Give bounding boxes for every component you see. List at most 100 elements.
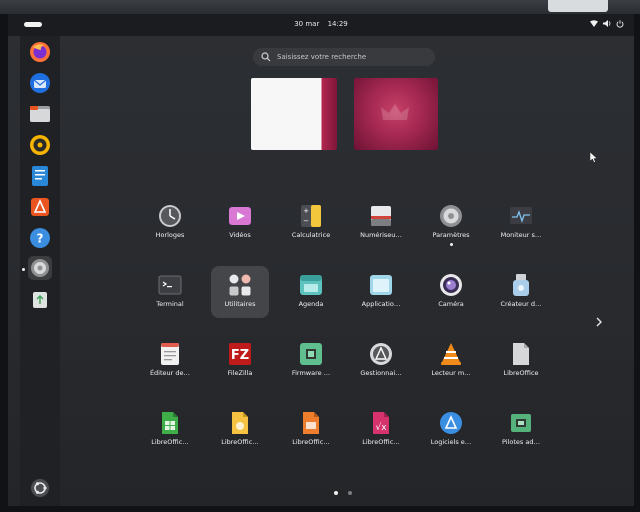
crown-icon bbox=[381, 104, 409, 120]
power-icon bbox=[615, 19, 624, 28]
app-label: Applicatio… bbox=[361, 300, 401, 308]
app-label: Éditeur de… bbox=[149, 369, 191, 377]
dock-firefox[interactable] bbox=[28, 40, 52, 64]
ubuntu-grid-icon bbox=[31, 479, 49, 497]
page-indicator bbox=[334, 491, 352, 495]
dock: ? bbox=[20, 36, 60, 506]
network-icon bbox=[589, 19, 598, 28]
draw-icon bbox=[228, 411, 252, 435]
folder-grid-icon bbox=[228, 273, 252, 297]
app-libreoffice[interactable]: LibreOffice bbox=[492, 335, 550, 387]
clock[interactable]: 30 mar 14:29 bbox=[8, 20, 634, 28]
app-label: Numériseu… bbox=[360, 231, 402, 239]
trash-icon bbox=[33, 292, 47, 308]
app-label: Lecteur m… bbox=[431, 369, 471, 377]
app-label: Firmware … bbox=[291, 369, 331, 377]
math-icon: √x bbox=[369, 411, 393, 435]
mouse-cursor-icon bbox=[590, 152, 598, 163]
running-indicator bbox=[450, 243, 453, 246]
scanner-icon bbox=[369, 204, 393, 228]
clock-time: 14:29 bbox=[327, 20, 348, 28]
app-libreoffice-math[interactable]: √x LibreOffic… bbox=[352, 404, 410, 456]
app-numeriseur[interactable]: Numériseu… bbox=[352, 197, 410, 249]
folder-icon bbox=[30, 106, 50, 122]
app-label: Terminal bbox=[156, 300, 184, 308]
app-label: LibreOffic… bbox=[362, 438, 400, 446]
app-label: LibreOffic… bbox=[221, 438, 259, 446]
app-firmware[interactable]: Firmware … bbox=[282, 335, 340, 387]
app-calculatrice[interactable]: + − Calculatrice bbox=[282, 197, 340, 249]
volume-icon bbox=[602, 19, 611, 28]
app-libreoffice-draw[interactable]: LibreOffic… bbox=[211, 404, 269, 456]
camera-icon bbox=[439, 273, 463, 297]
app-moniteur-systeme[interactable]: Moniteur s… bbox=[492, 197, 550, 249]
svg-text:+: + bbox=[303, 207, 309, 215]
dock-trash[interactable] bbox=[28, 288, 52, 312]
calc-icon bbox=[158, 411, 182, 435]
app-label: Horloges bbox=[155, 231, 185, 239]
app-editeur-texte[interactable]: Éditeur de… bbox=[141, 335, 199, 387]
workspace-thumbnail-2[interactable] bbox=[354, 78, 438, 150]
video-icon bbox=[228, 204, 252, 228]
next-page-button[interactable] bbox=[592, 315, 606, 329]
bezel-sticker bbox=[548, 0, 608, 12]
app-utilitaires[interactable]: Utilitaires bbox=[211, 266, 269, 318]
app-lecteur-multimedia[interactable]: Lecteur m… bbox=[422, 335, 480, 387]
svg-text:−: − bbox=[303, 217, 309, 225]
dock-libreoffice-writer[interactable] bbox=[28, 164, 52, 188]
app-gestionnaire[interactable]: Gestionnai… bbox=[352, 335, 410, 387]
vlc-icon bbox=[439, 342, 463, 366]
app-label: LibreOffice bbox=[503, 369, 539, 377]
app-label: Moniteur s… bbox=[500, 231, 542, 239]
monitor-bezel bbox=[0, 0, 640, 14]
system-tray[interactable] bbox=[589, 19, 624, 28]
app-filezilla[interactable]: FZ FileZilla bbox=[211, 335, 269, 387]
app-label: Vidéos bbox=[229, 231, 251, 239]
firefox-icon bbox=[30, 42, 50, 62]
app-parametres[interactable]: Paramètres bbox=[422, 197, 480, 249]
speaker-icon bbox=[30, 135, 50, 155]
screen: 30 mar 14:29 ? Saisissez votre recherche… bbox=[8, 14, 634, 506]
app-label: Utilitaires bbox=[224, 300, 256, 308]
svg-text:√x: √x bbox=[375, 422, 387, 433]
monitor-icon bbox=[509, 204, 533, 228]
app-libreoffice-impress[interactable]: LibreOffic… bbox=[282, 404, 340, 456]
dock-files[interactable] bbox=[28, 102, 52, 126]
app-label: LibreOffic… bbox=[151, 438, 189, 446]
thunderbird-icon bbox=[30, 73, 50, 93]
dock-app-center[interactable] bbox=[28, 195, 52, 219]
impress-icon bbox=[299, 411, 323, 435]
top-bar: 30 mar 14:29 bbox=[8, 14, 634, 36]
app-logiciels[interactable]: Logiciels e… bbox=[422, 404, 480, 456]
libreoffice-icon bbox=[509, 342, 533, 366]
app-label: Caméra bbox=[438, 300, 464, 308]
document-icon bbox=[32, 166, 48, 186]
calendar-icon bbox=[299, 273, 323, 297]
app-pilotes-additionnels[interactable]: Pilotes ad… bbox=[492, 404, 550, 456]
driver-icon bbox=[509, 411, 533, 435]
app-agenda[interactable]: Agenda bbox=[282, 266, 340, 318]
window-icon bbox=[369, 273, 393, 297]
dock-help[interactable]: ? bbox=[28, 226, 52, 250]
dock-settings[interactable] bbox=[28, 256, 52, 280]
clock-date: 30 mar bbox=[294, 20, 320, 28]
app-libreoffice-calc[interactable]: LibreOffic… bbox=[141, 404, 199, 456]
app-camera[interactable]: Caméra bbox=[422, 266, 480, 318]
dock-thunderbird[interactable] bbox=[28, 71, 52, 95]
workspace-thumbnail-1[interactable] bbox=[251, 78, 337, 150]
firmware-icon bbox=[299, 342, 323, 366]
search-bar[interactable] bbox=[253, 48, 435, 66]
app-terminal[interactable]: Terminal bbox=[141, 266, 199, 318]
app-label: Agenda bbox=[298, 300, 324, 308]
show-apps-button[interactable] bbox=[28, 476, 52, 500]
search-input[interactable] bbox=[275, 52, 429, 62]
app-createur-disque[interactable]: Créateur d… bbox=[492, 266, 550, 318]
text-editor-icon bbox=[158, 342, 182, 366]
app-videos[interactable]: Vidéos bbox=[211, 197, 269, 249]
app-applications[interactable]: Applicatio… bbox=[352, 266, 410, 318]
app-label: Pilotes ad… bbox=[502, 438, 540, 446]
page-dot-2[interactable] bbox=[348, 491, 352, 495]
dock-rhythmbox[interactable] bbox=[28, 133, 52, 157]
page-dot-1[interactable] bbox=[334, 491, 338, 495]
app-horloges[interactable]: Horloges bbox=[141, 197, 199, 249]
